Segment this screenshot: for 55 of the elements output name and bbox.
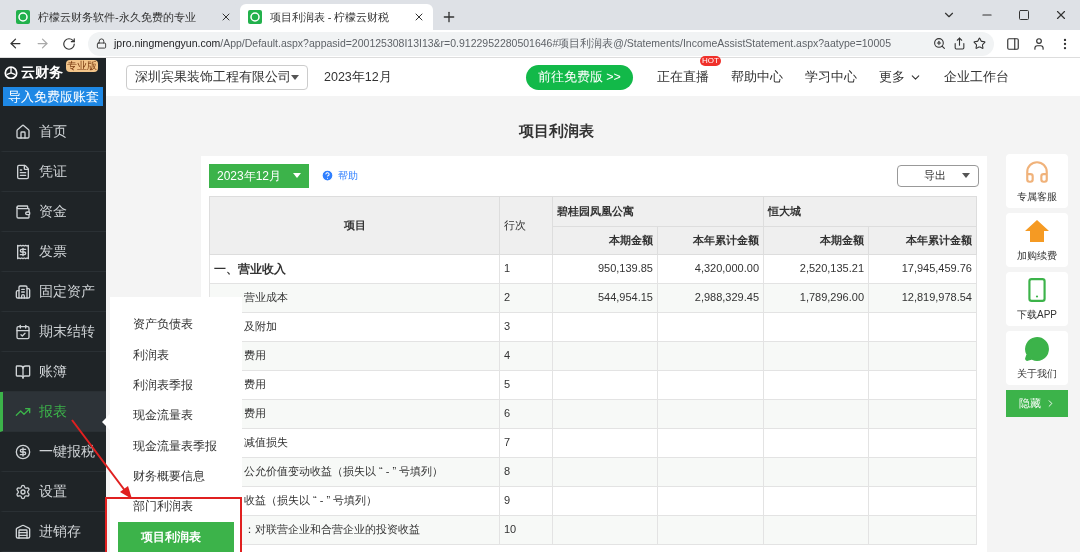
sidebar-item[interactable]: 报表 <box>0 392 106 432</box>
hot-badge: HOT <box>699 55 721 66</box>
table-cell: 一、营业收入 <box>209 254 500 283</box>
logo-text: 云财务 <box>21 62 63 82</box>
column-header: 本年累计金额 <box>868 226 977 254</box>
table-cell: 2 <box>499 283 553 312</box>
table-cell: 17,945,459.76 <box>868 254 977 283</box>
help-link[interactable]: 帮助 <box>338 168 359 183</box>
column-header: 本年累计金额 <box>657 226 764 254</box>
address-bar[interactable]: jpro.ningmengyun.com/App/Default.aspx?appasid=200125308I13I13&r=0.9122952280501646#项目利润表@/Statements/IncomeAssistStatement.aspx?aatype=10005 <box>88 31 994 56</box>
table-cell: 8 <box>499 457 553 486</box>
sidebar-item[interactable]: 首页 <box>0 112 106 152</box>
table-cell: 2,520,135.21 <box>763 254 869 283</box>
table-cell: 2,988,329.45 <box>657 283 764 312</box>
table-cell: 3 <box>499 312 553 341</box>
nav-link[interactable]: 学习中心 <box>804 67 857 87</box>
table-cell: 10 <box>499 515 553 544</box>
nav-link[interactable]: 更多 <box>878 67 922 87</box>
period-text: 2023年12月 <box>324 68 392 86</box>
browser-tab[interactable]: 项目利润表 - 柠檬云财税 <box>239 4 434 30</box>
sidebar-item[interactable]: 期末结转 <box>0 312 106 352</box>
nav-link[interactable]: 企业工作台 <box>943 67 1009 87</box>
sidebar-item[interactable]: 一键报税 <box>0 432 106 472</box>
table-cell: 950,139.85 <box>552 254 658 283</box>
sidebar-item[interactable]: 固定资产 <box>0 272 106 312</box>
sidebar-item[interactable]: 发票 <box>0 232 106 272</box>
company-select[interactable]: 深圳宾果装饰工程有限公司 <box>126 64 308 90</box>
group-header: 恒大城 <box>763 196 977 226</box>
side-panel-item[interactable]: 关于我们 <box>1006 331 1068 385</box>
table-cell: 7 <box>499 428 553 457</box>
edition-badge: 专业版 <box>66 60 98 73</box>
table-cell: 4 <box>499 341 553 370</box>
page-title: 项目利润表 <box>518 121 594 141</box>
sidebar-item[interactable]: 凭证 <box>0 152 106 192</box>
export-button[interactable]: 导出 <box>897 164 979 187</box>
side-panel-item[interactable]: 下载APP <box>1006 272 1068 326</box>
table-cell: 9 <box>499 486 553 515</box>
table-cell: 5 <box>499 370 553 399</box>
table-cell: 4,320,000.00 <box>657 254 764 283</box>
nav-link[interactable]: 帮助中心 <box>730 67 783 87</box>
side-panel-item[interactable]: 专属客服 <box>1006 154 1068 208</box>
column-header: 行次 <box>499 196 553 254</box>
column-header: 本期金额 <box>763 226 869 254</box>
nav-link[interactable]: 正在直播 <box>656 67 709 87</box>
table-cell: 6 <box>499 399 553 428</box>
column-header: 本期金额 <box>552 226 658 254</box>
group-header: 碧桂园凤凰公寓 <box>552 196 764 226</box>
column-header: 项目 <box>209 196 500 254</box>
table-cell: 1 <box>499 254 553 283</box>
table-cell: 544,954.15 <box>552 283 658 312</box>
table-cell: 1,789,296.00 <box>763 283 869 312</box>
side-panel-item[interactable]: 加购续费 <box>1006 213 1068 267</box>
import-button[interactable]: 导入免费版账套 <box>3 86 103 106</box>
table-cell: 12,819,978.54 <box>868 283 977 312</box>
sidebar-item[interactable]: 资金 <box>0 192 106 232</box>
